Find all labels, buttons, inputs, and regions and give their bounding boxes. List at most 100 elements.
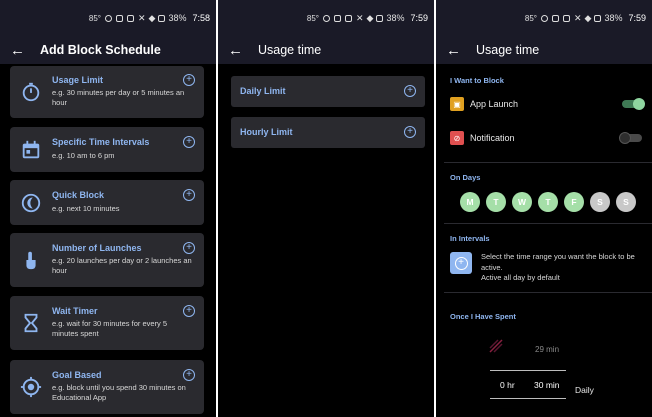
moon-clock-icon: [21, 193, 41, 212]
divider: [444, 162, 652, 163]
add-circle-icon[interactable]: +: [183, 136, 195, 148]
hourglass-icon: [24, 313, 38, 333]
app-bar: ← Usage time: [436, 36, 652, 64]
day-saturday[interactable]: S: [590, 192, 610, 212]
in-intervals-label: In Intervals: [450, 234, 490, 243]
day-wednesday[interactable]: W: [512, 192, 532, 212]
card-title: Usage Limit: [52, 75, 104, 85]
on-days-label: On Days: [450, 173, 481, 182]
card-description: e.g. wait for 30 minutes for every 5 min…: [52, 319, 168, 339]
specific-time-intervals-card[interactable]: Specific Time Intervals e.g. 10 am to 6 …: [10, 127, 204, 172]
notification-icon: [562, 14, 570, 22]
add-circle-icon[interactable]: +: [404, 126, 416, 138]
add-circle-icon[interactable]: +: [183, 74, 195, 86]
notification-toggle[interactable]: [619, 132, 642, 144]
card-description: e.g. 20 launches per day or 2 launches a…: [52, 256, 192, 276]
wifi-icon: ◆: [366, 12, 374, 23]
back-arrow-icon[interactable]: ←: [228, 43, 258, 58]
shield-icon: [551, 14, 559, 22]
battery-percent: 38%: [604, 13, 623, 23]
target-icon: [20, 376, 42, 398]
divider: [444, 223, 652, 224]
mute-icon: ✕: [355, 12, 364, 23]
temperature-text: 85°: [88, 13, 101, 23]
card-description: e.g. block until you spend 30 minutes on…: [52, 383, 186, 403]
app-launch-label: App Launch: [470, 99, 519, 109]
status-bar: 85° ✕ ◆ 38% 7:59: [218, 0, 434, 36]
app-launch-row[interactable]: ▣ App Launch: [450, 96, 645, 112]
option-label: Hourly Limit: [240, 127, 293, 137]
hours-picker-value[interactable]: 0 hr: [500, 380, 515, 390]
notification-row[interactable]: ⊘ Notification: [450, 130, 642, 146]
day-thursday[interactable]: T: [538, 192, 558, 212]
page-title: Add Block Schedule: [40, 43, 161, 57]
back-arrow-icon[interactable]: ←: [10, 43, 40, 58]
battery-percent: 38%: [168, 13, 187, 23]
minutes-picker-value[interactable]: 30 min: [534, 380, 560, 390]
number-of-launches-card[interactable]: Number of Launches e.g. 20 launches per …: [10, 233, 204, 287]
hourly-limit-option[interactable]: Hourly Limit +: [231, 117, 425, 148]
card-title: Specific Time Intervals: [52, 137, 150, 147]
day-sunday[interactable]: S: [616, 192, 636, 212]
moon-icon: [104, 14, 112, 22]
shield-icon: [115, 14, 123, 22]
interval-default-text: Active all day by default: [481, 273, 560, 282]
usage-time-screen: 85° ✕ ◆ 38% 7:59 ← Usage time Daily Limi…: [218, 0, 434, 417]
add-circle-icon[interactable]: +: [404, 85, 416, 97]
wifi-icon: ◆: [584, 12, 592, 23]
battery-icon: [158, 14, 166, 22]
temperature-text: 85°: [306, 13, 319, 23]
app-launch-toggle[interactable]: [622, 98, 645, 110]
wait-timer-card[interactable]: Wait Timer e.g. wait for 30 minutes for …: [10, 296, 204, 350]
notification-icon: [126, 14, 134, 22]
card-title: Number of Launches: [52, 243, 142, 253]
mute-icon: ✕: [573, 12, 582, 23]
clock-time: 7:59: [628, 13, 646, 23]
calendar-icon: [22, 140, 40, 158]
wifi-icon: ◆: [148, 12, 156, 23]
add-circle-icon: +: [454, 256, 468, 270]
page-title: Usage time: [476, 43, 540, 57]
add-circle-icon[interactable]: +: [183, 305, 195, 317]
notification-label: Notification: [470, 133, 515, 143]
card-title: Goal Based: [52, 370, 102, 380]
app-bar: ← Usage time: [218, 36, 434, 64]
add-block-schedule-screen: 85° ✕ ◆ 38% 7:58 ← Add Block Schedule Us…: [0, 0, 216, 417]
day-tuesday[interactable]: T: [486, 192, 506, 212]
day-monday[interactable]: M: [460, 192, 480, 212]
status-bar: 85° ✕ ◆ 38% 7:59: [436, 0, 652, 36]
interval-help-text: Select the time range you want the block…: [481, 252, 635, 272]
once-spent-label: Once I Have Spent: [450, 312, 516, 321]
add-interval-button[interactable]: +: [450, 252, 472, 274]
interval-description: Select the time range you want the block…: [481, 252, 641, 284]
add-circle-icon[interactable]: +: [183, 369, 195, 381]
moon-icon: [540, 14, 548, 22]
card-description: e.g. 30 minutes per day or 5 minutes an …: [52, 88, 185, 108]
page-title: Usage time: [258, 43, 322, 57]
shield-icon: [333, 14, 341, 22]
want-to-block-label: I Want to Block: [450, 76, 504, 85]
battery-icon: [376, 14, 384, 22]
back-arrow-icon[interactable]: ←: [446, 43, 476, 58]
stopwatch-icon: [22, 82, 40, 102]
app-launch-icon: ▣: [450, 97, 464, 111]
temperature-text: 85°: [524, 13, 537, 23]
quick-block-card[interactable]: Quick Block e.g. next 10 minutes +: [10, 180, 204, 225]
divider: [444, 292, 652, 293]
add-circle-icon[interactable]: +: [183, 189, 195, 201]
goal-based-card[interactable]: Goal Based e.g. block until you spend 30…: [10, 360, 204, 414]
minutes-previous-value: 29 min: [535, 345, 560, 354]
status-bar: 85° ✕ ◆ 38% 7:58: [0, 0, 216, 36]
tap-hand-icon: [26, 251, 36, 270]
day-selector: M T W T F S S: [460, 192, 636, 212]
notification-block-icon: ⊘: [450, 131, 464, 145]
day-friday[interactable]: F: [564, 192, 584, 212]
daily-limit-option[interactable]: Daily Limit +: [231, 76, 425, 107]
app-bar: ← Add Block Schedule: [0, 36, 216, 64]
clock-time: 7:59: [410, 13, 428, 23]
period-label: Daily: [575, 385, 594, 395]
usage-limit-card[interactable]: Usage Limit e.g. 30 minutes per day or 5…: [10, 66, 204, 118]
add-circle-icon[interactable]: +: [183, 242, 195, 254]
notification-icon: [344, 14, 352, 22]
fade-scroll-icon: [489, 339, 503, 353]
